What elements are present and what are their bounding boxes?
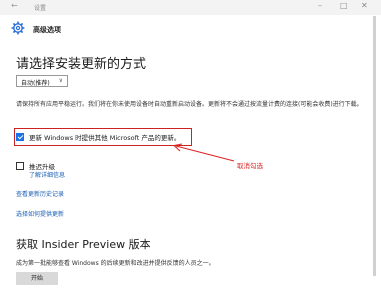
insider-description: 成为第一批能够查看 Windows 的后续更新和改进并提供反馈的人员之一。 bbox=[16, 260, 215, 267]
learn-more-link[interactable]: 了解详细信息 bbox=[29, 170, 65, 179]
scrollbar[interactable] bbox=[373, 16, 376, 276]
install-mode-select[interactable]: 自动(推荐) ∨ bbox=[16, 75, 68, 87]
window-title: 设置 bbox=[34, 5, 47, 12]
page-header: 高级选项 bbox=[0, 15, 381, 41]
page-title: 高级选项 bbox=[33, 26, 61, 34]
start-button[interactable]: 开始 bbox=[16, 272, 58, 285]
minimize-button[interactable]: – bbox=[318, 1, 322, 10]
uncheck-annotation: 取消勾选 bbox=[237, 162, 263, 170]
defer-upgrade-checkbox[interactable] bbox=[16, 162, 24, 170]
install-description: 请保持所有应用平稳运行。我们将在你未使用设备时自动重新启动设备。更新将不会通过按… bbox=[16, 101, 363, 108]
red-arrow-icon bbox=[172, 143, 235, 162]
install-mode-value: 自动(推荐) bbox=[21, 80, 50, 87]
close-button[interactable]: ✕ bbox=[361, 1, 368, 10]
back-arrow-icon[interactable]: ← bbox=[11, 1, 18, 10]
highlight-box bbox=[14, 128, 192, 146]
install-method-heading: 请选择安装更新的方式 bbox=[16, 57, 147, 72]
choose-delivery-link[interactable]: 选择如何提供更新 bbox=[16, 209, 64, 218]
insider-heading: 获取 Insider Preview 版本 bbox=[16, 238, 151, 251]
chevron-down-icon: ∨ bbox=[58, 77, 63, 84]
update-history-link[interactable]: 查看更新历史记录 bbox=[16, 189, 64, 198]
maximize-button[interactable]: □ bbox=[340, 1, 348, 10]
title-bar: ← 设置 – □ ✕ bbox=[0, 0, 381, 15]
gear-icon bbox=[11, 21, 25, 35]
